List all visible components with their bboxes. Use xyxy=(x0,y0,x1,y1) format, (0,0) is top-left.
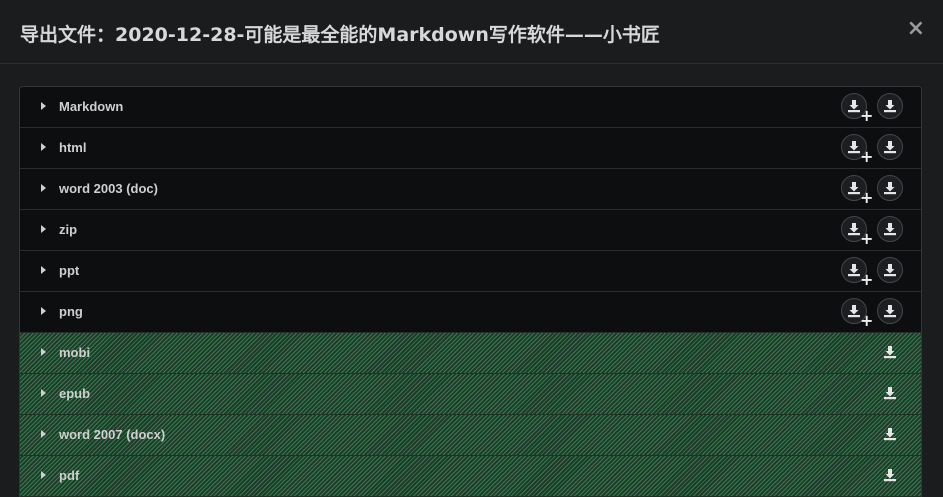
caret-right-icon[interactable] xyxy=(41,225,46,233)
format-label: pdf xyxy=(59,468,80,483)
caret-right-icon[interactable] xyxy=(41,389,46,397)
format-row[interactable]: word 2003 (doc) + xyxy=(20,169,921,210)
format-label: word 2007 (docx) xyxy=(59,427,166,442)
caret-right-icon[interactable] xyxy=(41,184,46,192)
format-row[interactable]: epub xyxy=(20,374,921,415)
format-label: word 2003 (doc) xyxy=(59,181,158,196)
caret-right-icon[interactable] xyxy=(41,348,46,356)
format-label: ppt xyxy=(59,263,80,278)
format-row[interactable]: pdf xyxy=(20,456,921,497)
format-label: html xyxy=(59,140,87,155)
caret-right-icon[interactable] xyxy=(41,471,46,479)
plus-icon: + xyxy=(860,311,874,330)
download-button[interactable] xyxy=(877,134,903,160)
format-row[interactable]: png + xyxy=(20,292,921,333)
download-icon[interactable] xyxy=(883,345,897,364)
plus-icon: + xyxy=(860,106,874,125)
format-row[interactable]: Markdown + xyxy=(20,87,921,128)
download-button[interactable] xyxy=(877,257,903,283)
caret-right-icon[interactable] xyxy=(41,102,46,110)
format-label: mobi xyxy=(59,345,91,360)
plus-icon: + xyxy=(860,188,874,207)
format-label: epub xyxy=(59,386,91,401)
download-button[interactable] xyxy=(877,216,903,242)
caret-right-icon[interactable] xyxy=(41,266,46,274)
format-label: Markdown xyxy=(59,99,124,114)
plus-icon: + xyxy=(860,147,874,166)
format-row[interactable]: ppt + xyxy=(20,251,921,292)
dialog-title: 导出文件：2020-12-28-可能是最全能的Markdown写作软件——小书匠 xyxy=(20,24,660,46)
download-icon[interactable] xyxy=(883,468,897,487)
export-format-list: Markdown + html + word 2003 (doc) + zip + ppt + pn… xyxy=(19,86,922,497)
dialog-header: 导出文件：2020-12-28-可能是最全能的Markdown写作软件——小书匠… xyxy=(0,0,943,64)
format-row[interactable]: zip + xyxy=(20,210,921,251)
format-row[interactable]: mobi xyxy=(20,333,921,374)
format-label: png xyxy=(59,304,83,319)
caret-right-icon[interactable] xyxy=(41,307,46,315)
caret-right-icon[interactable] xyxy=(41,143,46,151)
plus-icon: + xyxy=(860,270,874,289)
download-button[interactable] xyxy=(877,298,903,324)
format-row[interactable]: html + xyxy=(20,128,921,169)
caret-right-icon[interactable] xyxy=(41,430,46,438)
download-button[interactable] xyxy=(877,175,903,201)
plus-icon: + xyxy=(860,229,874,248)
close-icon[interactable]: × xyxy=(907,16,925,41)
download-icon[interactable] xyxy=(883,427,897,446)
format-row[interactable]: word 2007 (docx) xyxy=(20,415,921,456)
format-label: zip xyxy=(59,222,78,237)
download-button[interactable] xyxy=(877,93,903,119)
download-icon[interactable] xyxy=(883,386,897,405)
